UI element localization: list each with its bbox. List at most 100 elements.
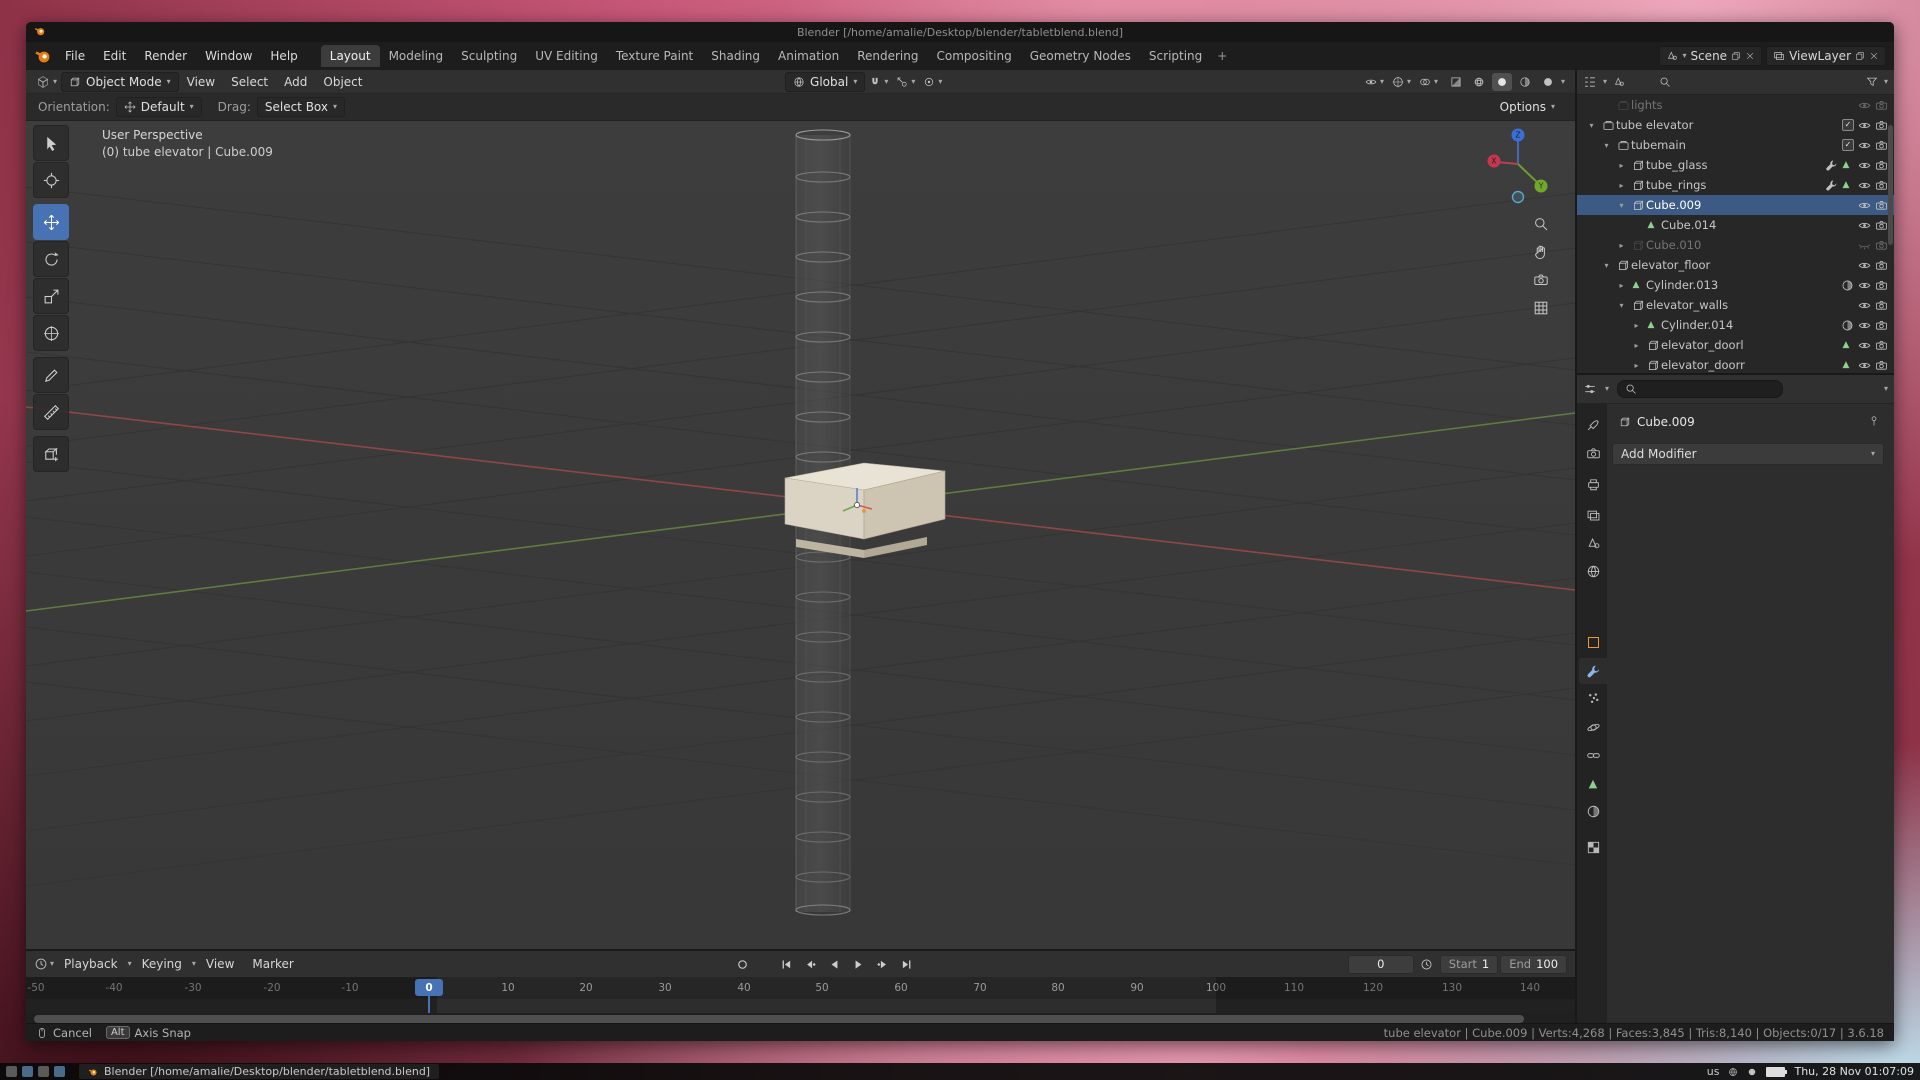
outliner-row[interactable]: ▸ ▲ Cylinder.014 [1577, 315, 1894, 335]
camera-icon[interactable] [1875, 339, 1888, 352]
tab-output[interactable] [1579, 471, 1607, 497]
material-icon[interactable] [1841, 319, 1854, 332]
tab-constraints[interactable] [1579, 742, 1607, 768]
editor-type-timeline-icon[interactable] [34, 957, 48, 971]
eye-icon[interactable] [1858, 139, 1871, 152]
launcher-icon[interactable] [38, 1066, 49, 1077]
taskbar-window-button[interactable]: Blender [/home/amalie/Desktop/blender/ta… [79, 1064, 439, 1079]
camera-icon[interactable] [1875, 219, 1888, 232]
window-titlebar[interactable]: Blender [/home/amalie/Desktop/blender/ta… [26, 22, 1894, 42]
overlays-dropdown[interactable]: ▾ [1419, 76, 1438, 88]
disclosure-icon[interactable]: ▾ [1615, 301, 1628, 310]
camera-icon[interactable] [1875, 359, 1888, 372]
mode-dropdown[interactable]: Object Mode ▾ [61, 72, 179, 92]
remove-viewlayer-icon[interactable] [1869, 51, 1879, 61]
filter-icon[interactable] [1866, 76, 1878, 88]
timeline-scrollbar-thumb[interactable] [34, 1015, 1524, 1023]
tab-world[interactable] [1579, 558, 1607, 584]
disclosure-icon[interactable]: ▾ [1600, 261, 1613, 270]
eye-icon[interactable] [1858, 279, 1871, 292]
outliner-scrollbar[interactable] [1888, 125, 1893, 245]
launcher-icon[interactable] [22, 1066, 33, 1077]
tab-scene[interactable] [1579, 530, 1607, 556]
menu-file[interactable]: File [56, 45, 94, 67]
options-dropdown[interactable]: Options ▾ [1492, 97, 1563, 117]
tab-view-layer[interactable] [1579, 502, 1607, 528]
tab-layout[interactable]: Layout [321, 45, 380, 67]
gizmo-negz-axis[interactable] [1513, 192, 1524, 203]
properties-search-input[interactable] [1617, 380, 1783, 398]
tab-sculpting[interactable]: Sculpting [452, 45, 526, 67]
eye-icon[interactable] [1858, 179, 1871, 192]
outliner-row[interactable]: ▲ Cube.014 [1577, 215, 1894, 235]
visibility-dropdown[interactable]: ▾ [1365, 76, 1384, 88]
disclosure-icon[interactable]: ▸ [1615, 181, 1628, 190]
eye-icon[interactable] [1858, 219, 1871, 232]
snap-toggle[interactable]: ▾ [869, 76, 888, 88]
eye-icon[interactable] [1858, 99, 1871, 112]
tab-texture-paint[interactable]: Texture Paint [607, 45, 702, 67]
play-reverse-button[interactable] [824, 955, 846, 973]
outliner-row[interactable]: ▾ elevator_floor [1577, 255, 1894, 275]
eye-icon[interactable] [1858, 119, 1871, 132]
network-icon[interactable] [1728, 1067, 1738, 1077]
shading-solid-button[interactable] [1492, 73, 1512, 91]
keyboard-layout-indicator[interactable]: us [1707, 1065, 1720, 1078]
select-box-tool-button[interactable] [33, 125, 69, 161]
menu-keying[interactable]: Keying [134, 954, 190, 974]
previous-keyframe-button[interactable] [800, 955, 822, 973]
proportional-editing-dropdown[interactable]: ▾ [923, 76, 942, 88]
menu-marker[interactable]: Marker [244, 954, 301, 974]
jump-to-end-button[interactable] [896, 955, 918, 973]
tab-geometry-nodes[interactable]: Geometry Nodes [1021, 45, 1140, 67]
disclosure-icon[interactable]: ▸ [1630, 341, 1643, 350]
material-icon[interactable] [1841, 279, 1854, 292]
outliner-search-button[interactable] [1659, 76, 1671, 88]
navigation-gizmo[interactable]: Z Y X [1473, 123, 1563, 223]
transform-tool-button[interactable] [33, 315, 69, 351]
menu-add[interactable]: Add [276, 72, 315, 92]
menu-help[interactable]: Help [261, 45, 306, 67]
transform-orientation-dropdown[interactable]: Global ▾ [785, 72, 865, 92]
shading-material-button[interactable] [1515, 73, 1535, 91]
disclosure-icon[interactable]: ▸ [1615, 281, 1628, 290]
disclosure-icon[interactable]: ▾ [1600, 141, 1613, 150]
eye-icon[interactable] [1858, 199, 1871, 212]
menu-view-timeline[interactable]: View [198, 954, 242, 974]
camera-icon[interactable] [1875, 299, 1888, 312]
snap-target-dropdown[interactable]: ▾ [896, 76, 915, 88]
disclosure-icon[interactable]: ▸ [1615, 241, 1628, 250]
new-viewlayer-icon[interactable] [1855, 51, 1865, 61]
new-scene-icon[interactable] [1731, 51, 1741, 61]
menu-playback[interactable]: Playback [56, 954, 126, 974]
scene-selector[interactable]: ▾ Scene [1659, 46, 1762, 66]
blender-menu-icon[interactable] [34, 47, 52, 65]
outliner-row[interactable]: lights [1577, 95, 1894, 115]
camera-icon[interactable] [1875, 159, 1888, 172]
zoom-icon[interactable] [1533, 216, 1549, 232]
tab-object[interactable] [1579, 629, 1607, 655]
eye-icon[interactable] [1858, 319, 1871, 332]
jump-to-start-button[interactable] [776, 955, 798, 973]
rotate-tool-button[interactable] [33, 241, 69, 277]
menu-object[interactable]: Object [315, 72, 370, 92]
drag-setting-dropdown[interactable]: Select Box ▾ [257, 97, 345, 117]
tab-physics[interactable] [1579, 714, 1607, 740]
ortho-grid-icon[interactable] [1533, 300, 1549, 316]
outliner-row[interactable]: ▸ ▲ Cylinder.013 [1577, 275, 1894, 295]
outliner-row[interactable]: ▾ tubemain ✓ [1577, 135, 1894, 155]
add-workspace-button[interactable]: + [1211, 45, 1233, 67]
playhead[interactable]: 0 [415, 979, 443, 996]
editor-type-properties-icon[interactable] [1583, 382, 1597, 396]
outliner-row[interactable]: ▾ elevator_walls [1577, 295, 1894, 315]
camera-icon[interactable] [1875, 259, 1888, 272]
tab-texture[interactable] [1579, 834, 1607, 860]
launcher-icon[interactable] [6, 1066, 17, 1077]
outliner-row[interactable]: ▸ Cube.010 [1577, 235, 1894, 255]
tab-object-data[interactable]: ▲ [1579, 770, 1607, 796]
tab-render[interactable] [1579, 440, 1607, 466]
viewlayer-selector[interactable]: ViewLayer [1766, 46, 1886, 66]
tab-material[interactable] [1579, 798, 1607, 824]
move-tool-button[interactable] [33, 204, 69, 240]
disclosure-icon[interactable]: ▸ [1630, 321, 1643, 330]
